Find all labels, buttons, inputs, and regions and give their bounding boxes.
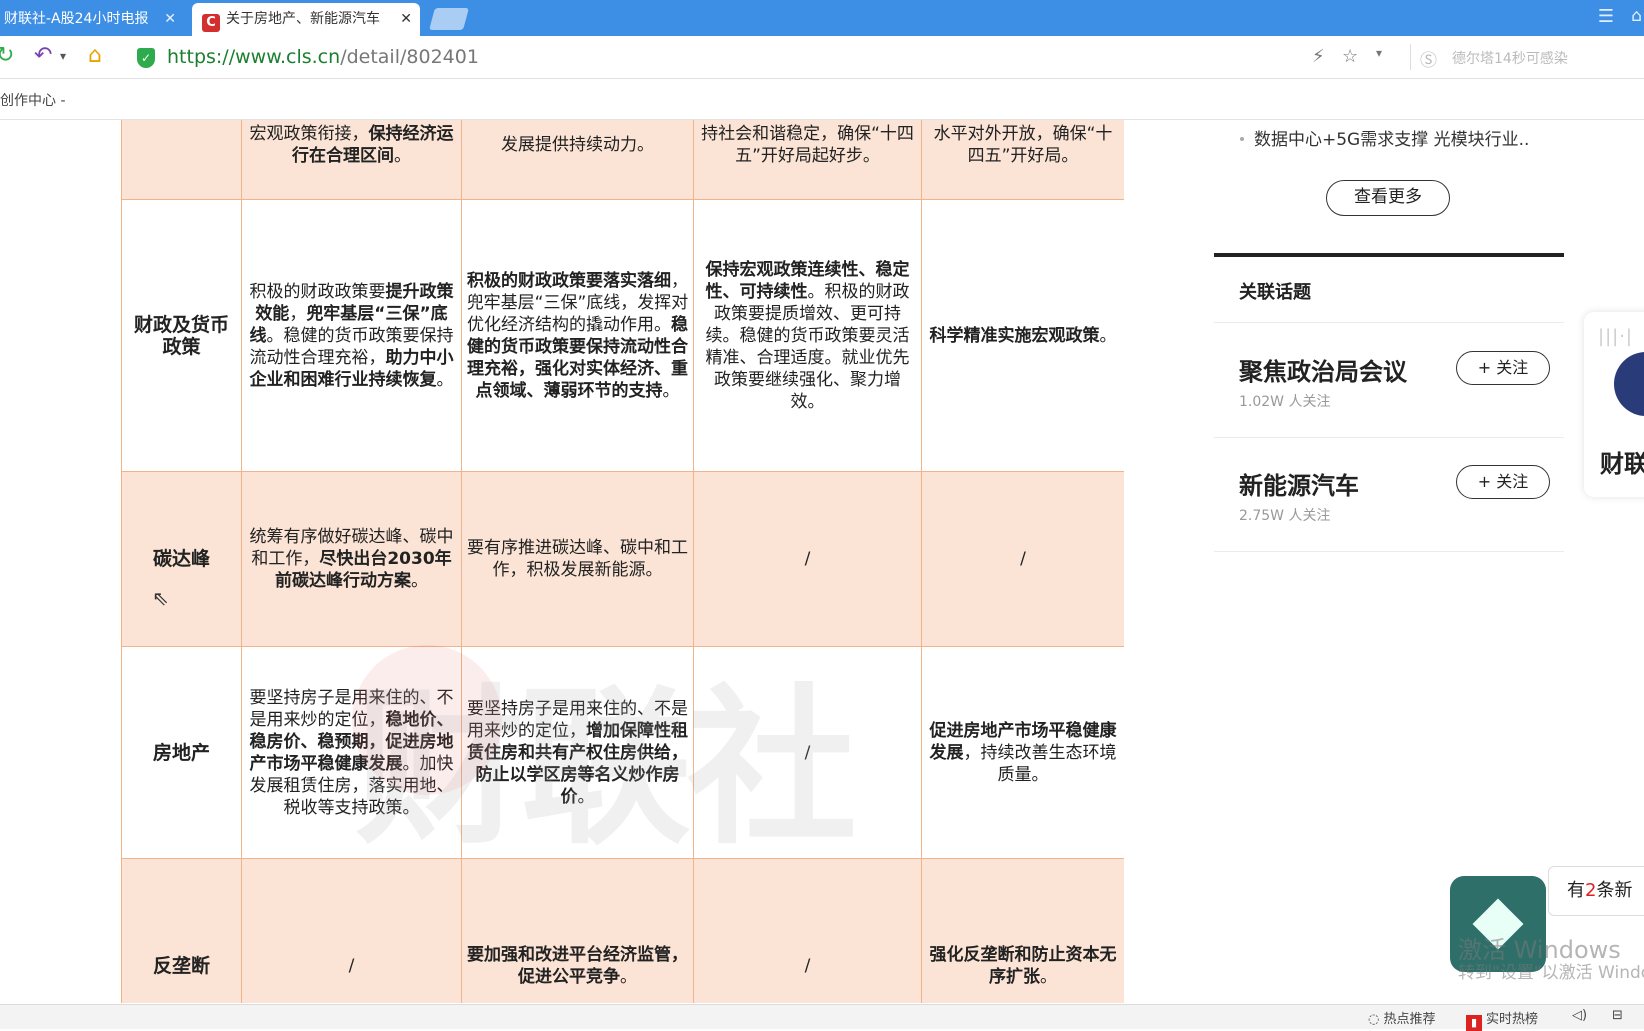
chart-icon: ▮ — [1466, 1015, 1482, 1031]
related-topics-title: 关联话题 — [1239, 282, 1311, 303]
search-hint[interactable]: 德尔塔14秒可感染 — [1452, 48, 1568, 68]
home-icon[interactable]: ⌂ — [88, 44, 102, 68]
follow-topic-button[interactable]: + 关注 — [1456, 465, 1550, 499]
table-row: 房地产 要坚持房子是用来住的、不是用来炒的定位，稳地价、稳房价、稳预期，促进房地… — [121, 646, 1124, 859]
skin-icon[interactable]: ⌂ — [1631, 6, 1642, 26]
policy-comparison-table: 宏观政策衔接，保持经济运行在合理区间。 发展提供持续动力。 持社会和谐稳定，确保… — [121, 120, 1124, 1003]
divider — [1214, 322, 1564, 323]
hot-recommend-item[interactable]: ◌ 热点推荐 — [1368, 1008, 1436, 1027]
table-cell: / — [693, 858, 922, 1003]
floating-label: 财联 — [1600, 450, 1644, 478]
table-cell: 科学精准实施宏观政策。 — [921, 199, 1124, 472]
new-messages-notice[interactable]: 有2条新 — [1548, 866, 1644, 916]
table-cell: 宏观政策衔接，保持经济运行在合理区间。 — [241, 120, 462, 200]
refresh-icon[interactable]: ↻ — [0, 44, 14, 68]
tab-article[interactable]: C 关于房地产、新能源汽车 ✕ — [192, 3, 420, 36]
row-label: 碳达峰 — [121, 471, 242, 647]
mouse-cursor-icon: ⇖ — [152, 586, 169, 610]
activate-windows-subtitle: 转到"设置"以激活 Windo — [1458, 963, 1644, 983]
related-news-item[interactable]: 数据中心+5G需求支撑 光模块行业.. — [1240, 125, 1529, 150]
table-cell: 统筹有序做好碳达峰、碳中和工作，尽快出台2030年前碳达峰行动方案。 — [241, 471, 462, 647]
lightning-icon[interactable]: ⚡ — [1312, 46, 1325, 67]
tab-label: 关于房地产、新能源汽车 — [226, 11, 380, 27]
table-cell: 要坚持房子是用来住的、不是用来炒的定位，增加保障性租赁住房和共有产权住房供给，防… — [461, 646, 694, 859]
new-tab-button[interactable] — [429, 8, 469, 30]
table-cell: / — [921, 471, 1124, 647]
divider — [1410, 44, 1411, 70]
table-cell: / — [241, 858, 462, 1003]
bookmark-bar: 创作中心 - — [0, 79, 1644, 120]
table-cell: / — [693, 646, 922, 859]
table-row: 宏观政策衔接，保持经济运行在合理区间。 发展提供持续动力。 持社会和谐稳定，确保… — [121, 120, 1124, 200]
bullet-icon — [1240, 137, 1244, 141]
close-icon[interactable]: ✕ — [164, 3, 176, 36]
close-icon[interactable]: ✕ — [400, 3, 412, 36]
table-cell: 要坚持房子是用来住的、不是用来炒的定位，稳地价、稳房价、稳预期，促进房地产市场平… — [241, 646, 462, 859]
chevron-down-icon[interactable]: ▾ — [1376, 46, 1382, 60]
fire-icon: ◌ — [1368, 1012, 1384, 1027]
cls-favicon-icon: C — [202, 14, 220, 32]
topic-name[interactable]: 新能源汽车 — [1239, 466, 1359, 501]
notice-prefix: 有 — [1567, 880, 1585, 901]
chevron-down-icon[interactable]: ▾ — [60, 44, 66, 68]
table-cell: 发展提供持续动力。 — [461, 120, 694, 200]
row-label — [121, 120, 242, 200]
download-icon[interactable]: ⊟ — [1612, 1008, 1623, 1023]
row-label: 财政及货币政策 — [121, 199, 242, 472]
url-path: /detail/802401 — [340, 46, 479, 68]
table-cell: 积极的财政政策要落实落细，兜牢基层“三保”底线，发挥对优化经济结构的撬动作用。稳… — [461, 199, 694, 472]
menu-icon[interactable]: ☰ — [1598, 6, 1614, 27]
section-rule — [1214, 253, 1564, 257]
url-field[interactable]: https://www.cls.cn/detail/802401 — [167, 46, 479, 68]
divider — [1214, 551, 1564, 552]
app-logo-icon — [1614, 352, 1644, 416]
tab-label: 财联社-A股24小时电报 — [4, 11, 149, 27]
table-row: 碳达峰 统筹有序做好碳达峰、碳中和工作，尽快出台2030年前碳达峰行动方案。 要… — [121, 471, 1124, 647]
table-cell: 促进房地产市场平稳健康发展，持续改善生态环境质量。 — [921, 646, 1124, 859]
row-label: 反垄断 — [121, 858, 242, 1003]
secure-shield-icon: ✓ — [137, 48, 155, 68]
table-cell: 要有序推进碳达峰、碳中和工作，积极发展新能源。 — [461, 471, 694, 647]
policy-table-viewport: 宏观政策衔接，保持经济运行在合理区间。 发展提供持续动力。 持社会和谐稳定，确保… — [121, 120, 1124, 1003]
table-cell: 保持宏观政策连续性、稳定性、可持续性。积极的财政政策要提质增效、更可持续。稳健的… — [693, 199, 922, 472]
table-cell: 强化反垄断和防止资本无序扩张。 — [921, 858, 1124, 1003]
table-cell: 要加强和改进平台经济监管，促进公平竞争。 — [461, 858, 694, 1003]
divider — [1214, 437, 1564, 438]
tab-cls-telegraph[interactable]: 财联社-A股24小时电报 ✕ — [0, 3, 184, 36]
audio-bars-icon: |||·| — [1598, 326, 1633, 347]
notice-count: 2 — [1585, 880, 1597, 901]
follow-topic-button[interactable]: + 关注 — [1456, 351, 1550, 385]
table-cell: 水平对外开放，确保“十四五”开好局。 — [921, 120, 1124, 200]
speaker-icon[interactable]: ◁) — [1572, 1008, 1587, 1023]
undo-icon[interactable]: ↶ — [34, 44, 52, 68]
topic-followers: 2.75W 人关注 — [1239, 508, 1331, 524]
table-row: 财政及货币政策 积极的财政政策要提升政策效能，兜牢基层“三保”底线。稳健的货币政… — [121, 199, 1124, 472]
url-host: www.cls.cn — [235, 46, 341, 68]
star-icon[interactable]: ☆ — [1342, 46, 1358, 67]
table-cell: / — [693, 471, 922, 647]
search-engine-icon[interactable]: Ⓢ — [1420, 46, 1437, 71]
view-more-button[interactable]: 查看更多 — [1326, 180, 1450, 216]
table-row: 反垄断 / 要加强和改进平台经济监管，促进公平竞争。 / 强化反垄断和防止资本无… — [121, 858, 1124, 1003]
realtime-hot-label: 实时热榜 — [1486, 1012, 1539, 1027]
status-bar: ◌ 热点推荐 ▮ 实时热榜 ◁) ⊟ — [0, 1004, 1644, 1031]
table-cell: 持社会和谐稳定，确保“十四五”开好局起好步。 — [693, 120, 922, 200]
bookmark-creator-center[interactable]: 创作中心 - — [0, 90, 66, 110]
url-scheme: https:// — [167, 46, 236, 68]
topic-name[interactable]: 聚焦政治局会议 — [1239, 352, 1407, 387]
row-label: 房地产 — [121, 646, 242, 859]
address-bar: ↻ ↶ ▾ ⌂ ✓ https://www.cls.cn/detail/8024… — [0, 36, 1644, 79]
floating-app-card[interactable]: |||·| 财联 — [1584, 312, 1644, 497]
news-title: 数据中心+5G需求支撑 光模块行业.. — [1254, 130, 1530, 150]
topic-followers: 1.02W 人关注 — [1239, 394, 1331, 410]
table-cell: 积极的财政政策要提升政策效能，兜牢基层“三保”底线。稳健的货币政策要保持流动性合… — [241, 199, 462, 472]
hot-recommend-label: 热点推荐 — [1383, 1012, 1436, 1027]
tab-bar: 财联社-A股24小时电报 ✕ C 关于房地产、新能源汽车 ✕ ☰ ⌂ — [0, 0, 1644, 36]
notice-suffix: 条新 — [1596, 880, 1633, 901]
